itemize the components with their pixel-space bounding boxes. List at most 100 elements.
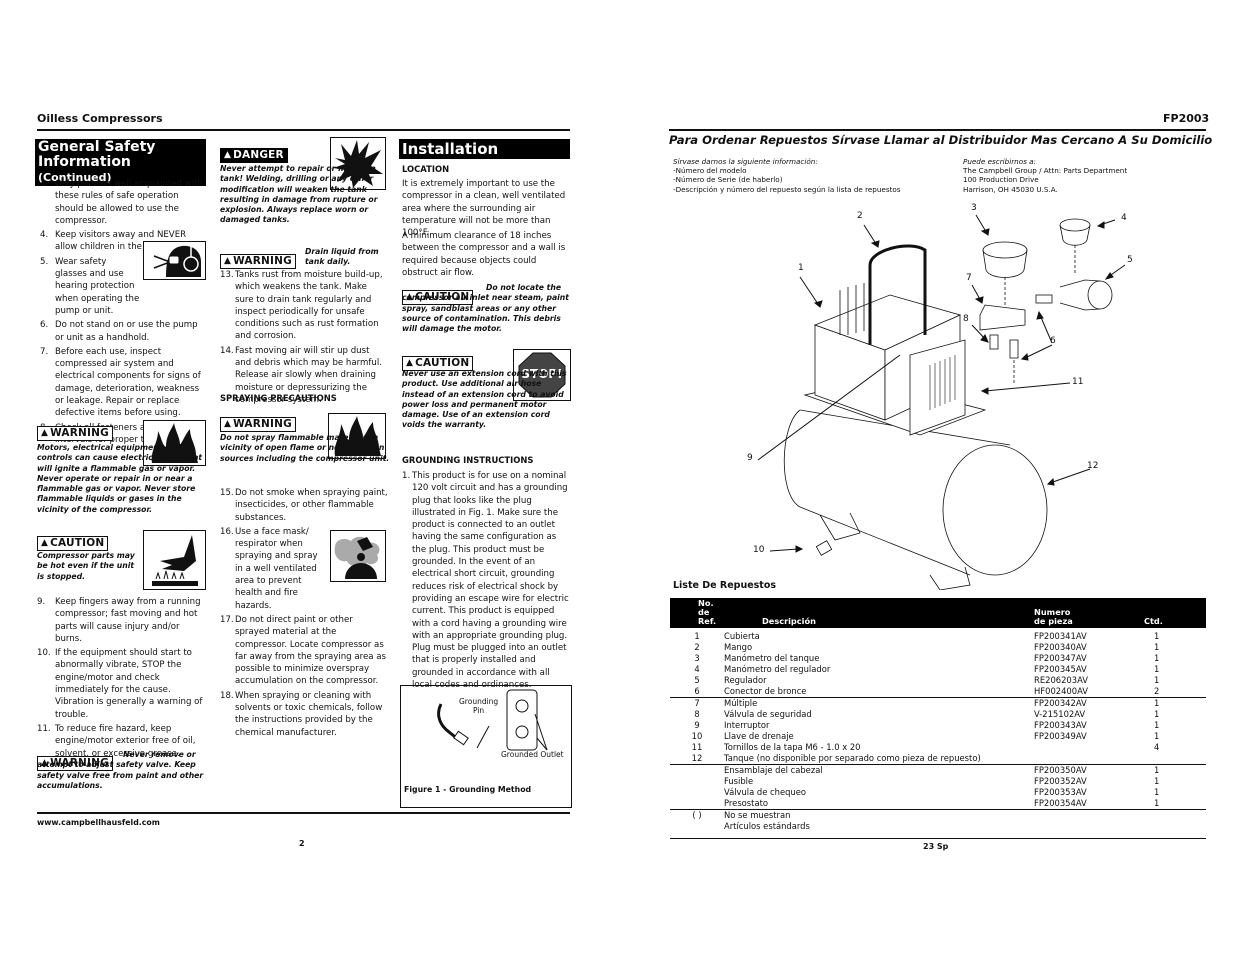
part-number-cell: FP200352AV <box>1034 776 1087 786</box>
part-number-cell <box>1034 753 1144 765</box>
header-rule <box>37 129 570 131</box>
callout-5: 5 <box>1127 255 1133 265</box>
table-row: 11 Tornillos de la tapa M6 - 1.0 x 20 4 <box>670 742 1206 753</box>
header-qty: Ctd. <box>1144 598 1206 628</box>
header-part-number: Numero de pieza <box>1034 598 1144 628</box>
table-row: 3 Manómetro del tanque FP200347AV 1 <box>670 653 1206 664</box>
header-ref: No. de Ref. <box>670 598 724 628</box>
ref-cell <box>670 764 724 776</box>
ref-cell: 8 <box>694 709 700 719</box>
ref-cell: 11 <box>691 742 703 752</box>
callout-7: 7 <box>966 273 972 283</box>
caution-text-hot-parts: Compressor parts may be hot even if the … <box>37 551 135 581</box>
qty-cell: 1 <box>1154 653 1160 663</box>
parts-table-body: 1 Cubierta FP200341AV 1 2 Mango FP200340AV 1 3 Ma… <box>670 628 1206 839</box>
table-row: 8 Válvula de seguridad V-215102AV 1 <box>670 709 1206 720</box>
danger-badge: ▲ DANGER <box>220 142 288 163</box>
qty-cell <box>1144 809 1206 821</box>
ref-cell: ( ) <box>670 809 724 821</box>
ref-cell: 1 <box>694 631 700 641</box>
grounding-list: 1. This product is for use on a nominal 1… <box>402 470 572 693</box>
list-item: 15. Do not smoke when spraying paint, ins… <box>220 488 388 523</box>
qty-cell: 1 <box>1154 664 1160 674</box>
part-number-cell <box>1034 809 1144 821</box>
part-number-cell: FP200353AV <box>1034 787 1087 797</box>
qty-cell: 4 <box>1154 742 1160 752</box>
grounded-outlet-label: Grounded Outlet <box>501 750 564 759</box>
list-item: 3. Only persons well acquainted with thes… <box>40 179 203 226</box>
description-cell: Fusible <box>724 776 754 786</box>
left-page-header-title: Oilless Compressors <box>37 112 163 125</box>
installation-heading: Installation <box>399 139 570 159</box>
description-cell: Conector de bronce <box>724 686 807 696</box>
ref-cell <box>670 776 724 787</box>
list-item: 9. Keep fingers away from a running compr… <box>37 597 201 644</box>
list-item: 5. Wear safety glasses and use hearing pr… <box>40 256 140 316</box>
qty-cell <box>1144 753 1206 765</box>
part-number-cell: FP200340AV <box>1034 642 1087 652</box>
table-row: Ensamblaje del cabezal FP200350AV 1 <box>670 764 1206 776</box>
qty-cell: 1 <box>1154 642 1160 652</box>
compressor-exploded-diagram <box>757 214 1126 590</box>
ref-cell: 10 <box>691 731 703 741</box>
qty-cell: 1 <box>1144 764 1206 776</box>
table-row: 10 Llave de drenaje FP200349AV 1 <box>670 731 1206 742</box>
warning-badge-drain: ▲ WARNING <box>220 248 296 269</box>
ref-cell: 5 <box>694 675 700 685</box>
ref-cell: 9 <box>694 720 700 730</box>
description-cell: Presostato <box>724 798 768 808</box>
part-number-cell: FP200349AV <box>1034 731 1087 741</box>
ref-cell: 2 <box>694 642 700 652</box>
location-paragraph-2: A minimum clearance of 18 inches between… <box>402 231 566 278</box>
grounding-pin-label: Grounding Pin <box>459 697 499 715</box>
table-row: 2 Mango FP200340AV 1 <box>670 642 1206 653</box>
caution-badge-extension: ▲ CAUTION <box>402 350 474 371</box>
spraying-precautions-heading: SPRAYING PRECAUTIONS <box>220 393 337 403</box>
callout-2: 2 <box>857 211 863 221</box>
list-item: 6. Do not stand on or use the pump or uni… <box>40 320 198 343</box>
safety-list-a: 3. Only persons well acquainted with thes… <box>40 178 206 448</box>
description-cell: Múltiple <box>724 697 1034 709</box>
qty-cell: 1 <box>1154 720 1160 730</box>
part-number-cell: V-215102AV <box>1034 709 1086 719</box>
qty-cell: 1 <box>1154 798 1160 808</box>
ref-cell: 3 <box>694 653 700 663</box>
description-cell: Válvula de chequeo <box>724 787 807 797</box>
qty-cell: 1 <box>1154 776 1160 786</box>
table-row: ( ) No se muestran <box>670 809 1206 821</box>
qty-cell: 2 <box>1154 686 1160 696</box>
callout-8: 8 <box>963 314 969 324</box>
table-row: 9 Interruptor FP200343AV 1 <box>670 720 1206 731</box>
part-number-cell: FP200347AV <box>1034 653 1087 663</box>
ref-cell: 12 <box>691 753 703 763</box>
parts-list-heading: Liste De Repuestos <box>673 580 777 591</box>
callout-9: 9 <box>747 453 753 463</box>
part-number-cell: FP200350AV <box>1034 764 1144 776</box>
caution-text-extension: Never use an extension cord with this pr… <box>402 369 567 430</box>
grounding-heading: GROUNDING INSTRUCTIONS <box>402 455 534 465</box>
ordering-info-left: Sírvase darnos la siguiente información:… <box>673 157 901 194</box>
warning-badge: ▲ WARNING <box>37 420 113 441</box>
qty-cell: 1 <box>1154 787 1160 797</box>
warning-triangle-icon: ▲ <box>41 428 49 438</box>
description-cell: Manómetro del tanque <box>724 653 820 663</box>
qty-cell <box>1144 821 1206 839</box>
callout-12: 12 <box>1087 461 1099 471</box>
table-row: 5 Regulador RE206203AV 1 <box>670 675 1206 686</box>
ordering-info-address: Puede escribirnos a: The Campbell Group … <box>963 157 1128 194</box>
list-item: 7. Before each use, inspect compressed ai… <box>40 346 201 419</box>
list-item: 16. Use a face mask/ respirator when spra… <box>220 526 318 611</box>
warning-triangle-icon: ▲ <box>224 419 232 429</box>
footer-url-link[interactable]: www.campbellhausfeld.com <box>37 818 160 827</box>
list-item: 1. This product is for use on a nominal 1… <box>402 471 569 691</box>
part-number-cell: FP200354AV <box>1034 798 1087 808</box>
part-number-cell: FP200345AV <box>1034 664 1087 674</box>
location-heading: LOCATION <box>402 164 450 174</box>
part-number-cell: FP200343AV <box>1034 720 1087 730</box>
description-cell: Regulador <box>724 675 767 685</box>
right-header-rule <box>669 129 1206 131</box>
table-row: 4 Manómetro del regulador FP200345AV 1 <box>670 664 1206 675</box>
right-page-number: 23 Sp <box>923 842 949 851</box>
ref-cell: 6 <box>694 686 700 696</box>
table-row: Presostato FP200354AV 1 <box>670 798 1206 810</box>
